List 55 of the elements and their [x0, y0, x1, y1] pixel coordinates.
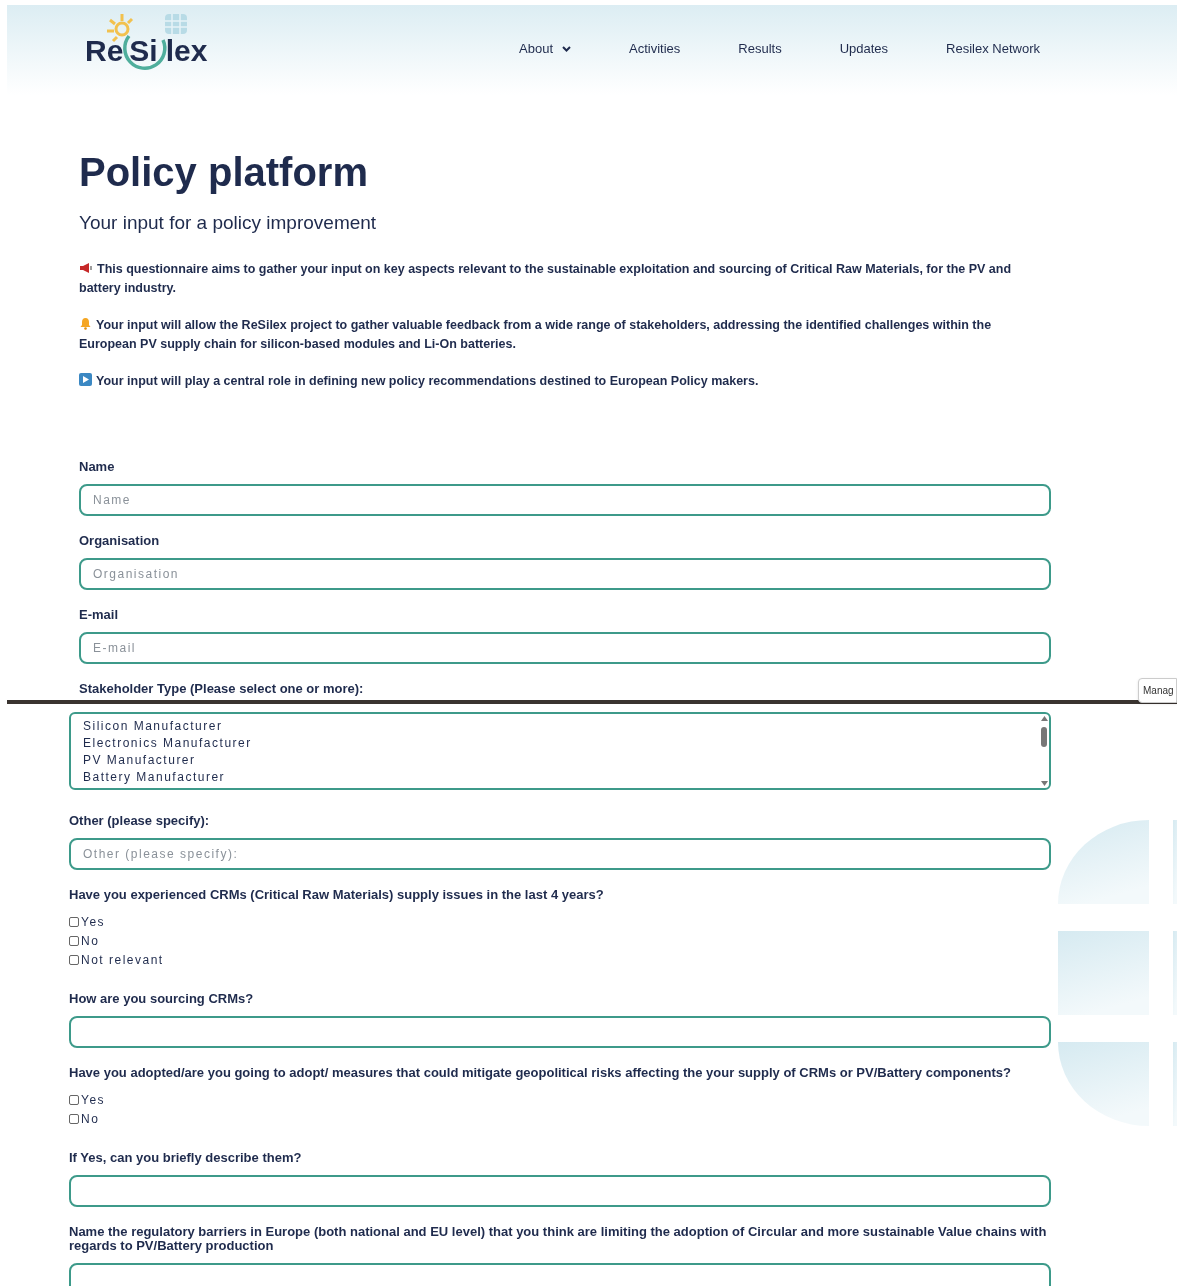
field-label: How are you sourcing CRMs? — [69, 991, 255, 1006]
megaphone-icon — [79, 261, 93, 274]
resilex-logo[interactable]: Re Si lex — [85, 12, 208, 78]
logo-text: Si — [129, 36, 158, 66]
list-option[interactable]: Electronics Manufacturer — [83, 734, 1039, 752]
checkbox[interactable] — [69, 917, 79, 927]
input-field[interactable] — [69, 1262, 1051, 1286]
scroll-down-icon[interactable] — [1040, 780, 1048, 786]
solar-panel-icon — [165, 14, 187, 34]
nav-link[interactable]: About — [519, 39, 571, 59]
checkbox[interactable] — [69, 955, 79, 965]
input-field[interactable]: E-mail — [79, 631, 1051, 664]
field-label: If Yes, can you briefly describe them? — [69, 1150, 303, 1165]
checkbox[interactable] — [69, 936, 79, 946]
field-label: Name the regulatory barriers in Europe (both national and EU level) that you think are limiting the adoption of Circular and more sustainable Value chains with regards to PV/Battery production — [69, 1224, 1048, 1253]
intro-paragraph: Your input will play a central role in defining new policy recommendations destined to European Policy makers. — [79, 371, 1051, 391]
list-option[interactable]: PV Manufacturer — [83, 751, 1039, 769]
logo-text: lex — [165, 36, 208, 66]
page-title: Policy platform — [79, 152, 369, 192]
nav-link[interactable]: Activities — [629, 39, 681, 59]
question-label: Have you experienced CRMs (Critical Raw Materials) supply issues in the last 4 years? — [69, 887, 605, 902]
scroll-up-icon[interactable] — [1040, 715, 1048, 721]
checkbox[interactable] — [69, 1114, 79, 1124]
nav-link[interactable]: Resilex Network — [946, 39, 1040, 59]
input-field[interactable] — [69, 1015, 1051, 1048]
logo-text: Re — [85, 36, 124, 66]
manage-button[interactable]: Manag — [1138, 678, 1177, 703]
field-label: Other (please specify): — [69, 813, 211, 828]
play-icon — [79, 372, 92, 386]
nav-link[interactable]: Results — [738, 39, 782, 59]
list-option[interactable]: Battery Manufacturer — [83, 768, 1039, 786]
checkbox-label: No — [81, 933, 100, 950]
field-label: Organisation — [79, 533, 161, 548]
checkbox-label: No — [81, 1111, 100, 1128]
intro-paragraph: Your input will allow the ReSilex project to gather valuable feedback from a wide range of stakeholders, addressing the identified challenges within the European PV supply chain for silicon-based modules and Li-On batteries. — [79, 315, 993, 353]
bell-icon — [79, 316, 92, 330]
stakeholder-listbox[interactable]: Silicon Manufacturer Electronics Manufacturer PV Manufacturer Battery Manufacturer — [69, 711, 1051, 790]
list-option[interactable]: Silicon Manufacturer — [83, 717, 1039, 735]
checkbox-label: Yes — [81, 914, 106, 931]
field-label: Stakeholder Type (Please select one or more): — [79, 681, 365, 696]
input-field[interactable] — [69, 1174, 1051, 1207]
page-subtitle: Your input for a policy improvement — [79, 211, 378, 235]
input-field[interactable]: Organisation — [79, 557, 1051, 590]
scrollbar-thumb[interactable] — [1041, 726, 1047, 747]
scrollbar[interactable] — [1039, 713, 1049, 788]
nav-link[interactable]: Updates — [839, 39, 889, 59]
intro-paragraph: This questionnaire aims to gather your input on key aspects relevant to the sustainable exploitation and sourcing of Critical Raw Materials, for the PV and battery industry. — [79, 260, 1013, 297]
field-label: E-mail — [79, 607, 119, 622]
input-field[interactable]: Name — [79, 483, 1051, 516]
checkbox[interactable] — [69, 1095, 79, 1105]
checkbox-label: Yes — [81, 1092, 106, 1109]
question-label: Have you adopted/are you going to adopt/ measures that could mitigate geopolitical risks affecting the your supply of CRMs or PV/Battery components? — [69, 1065, 1012, 1080]
input-field[interactable]: Other (please specify): — [69, 837, 1051, 870]
field-label: Name — [79, 459, 116, 474]
checkbox-label: Not relevant — [81, 952, 164, 969]
